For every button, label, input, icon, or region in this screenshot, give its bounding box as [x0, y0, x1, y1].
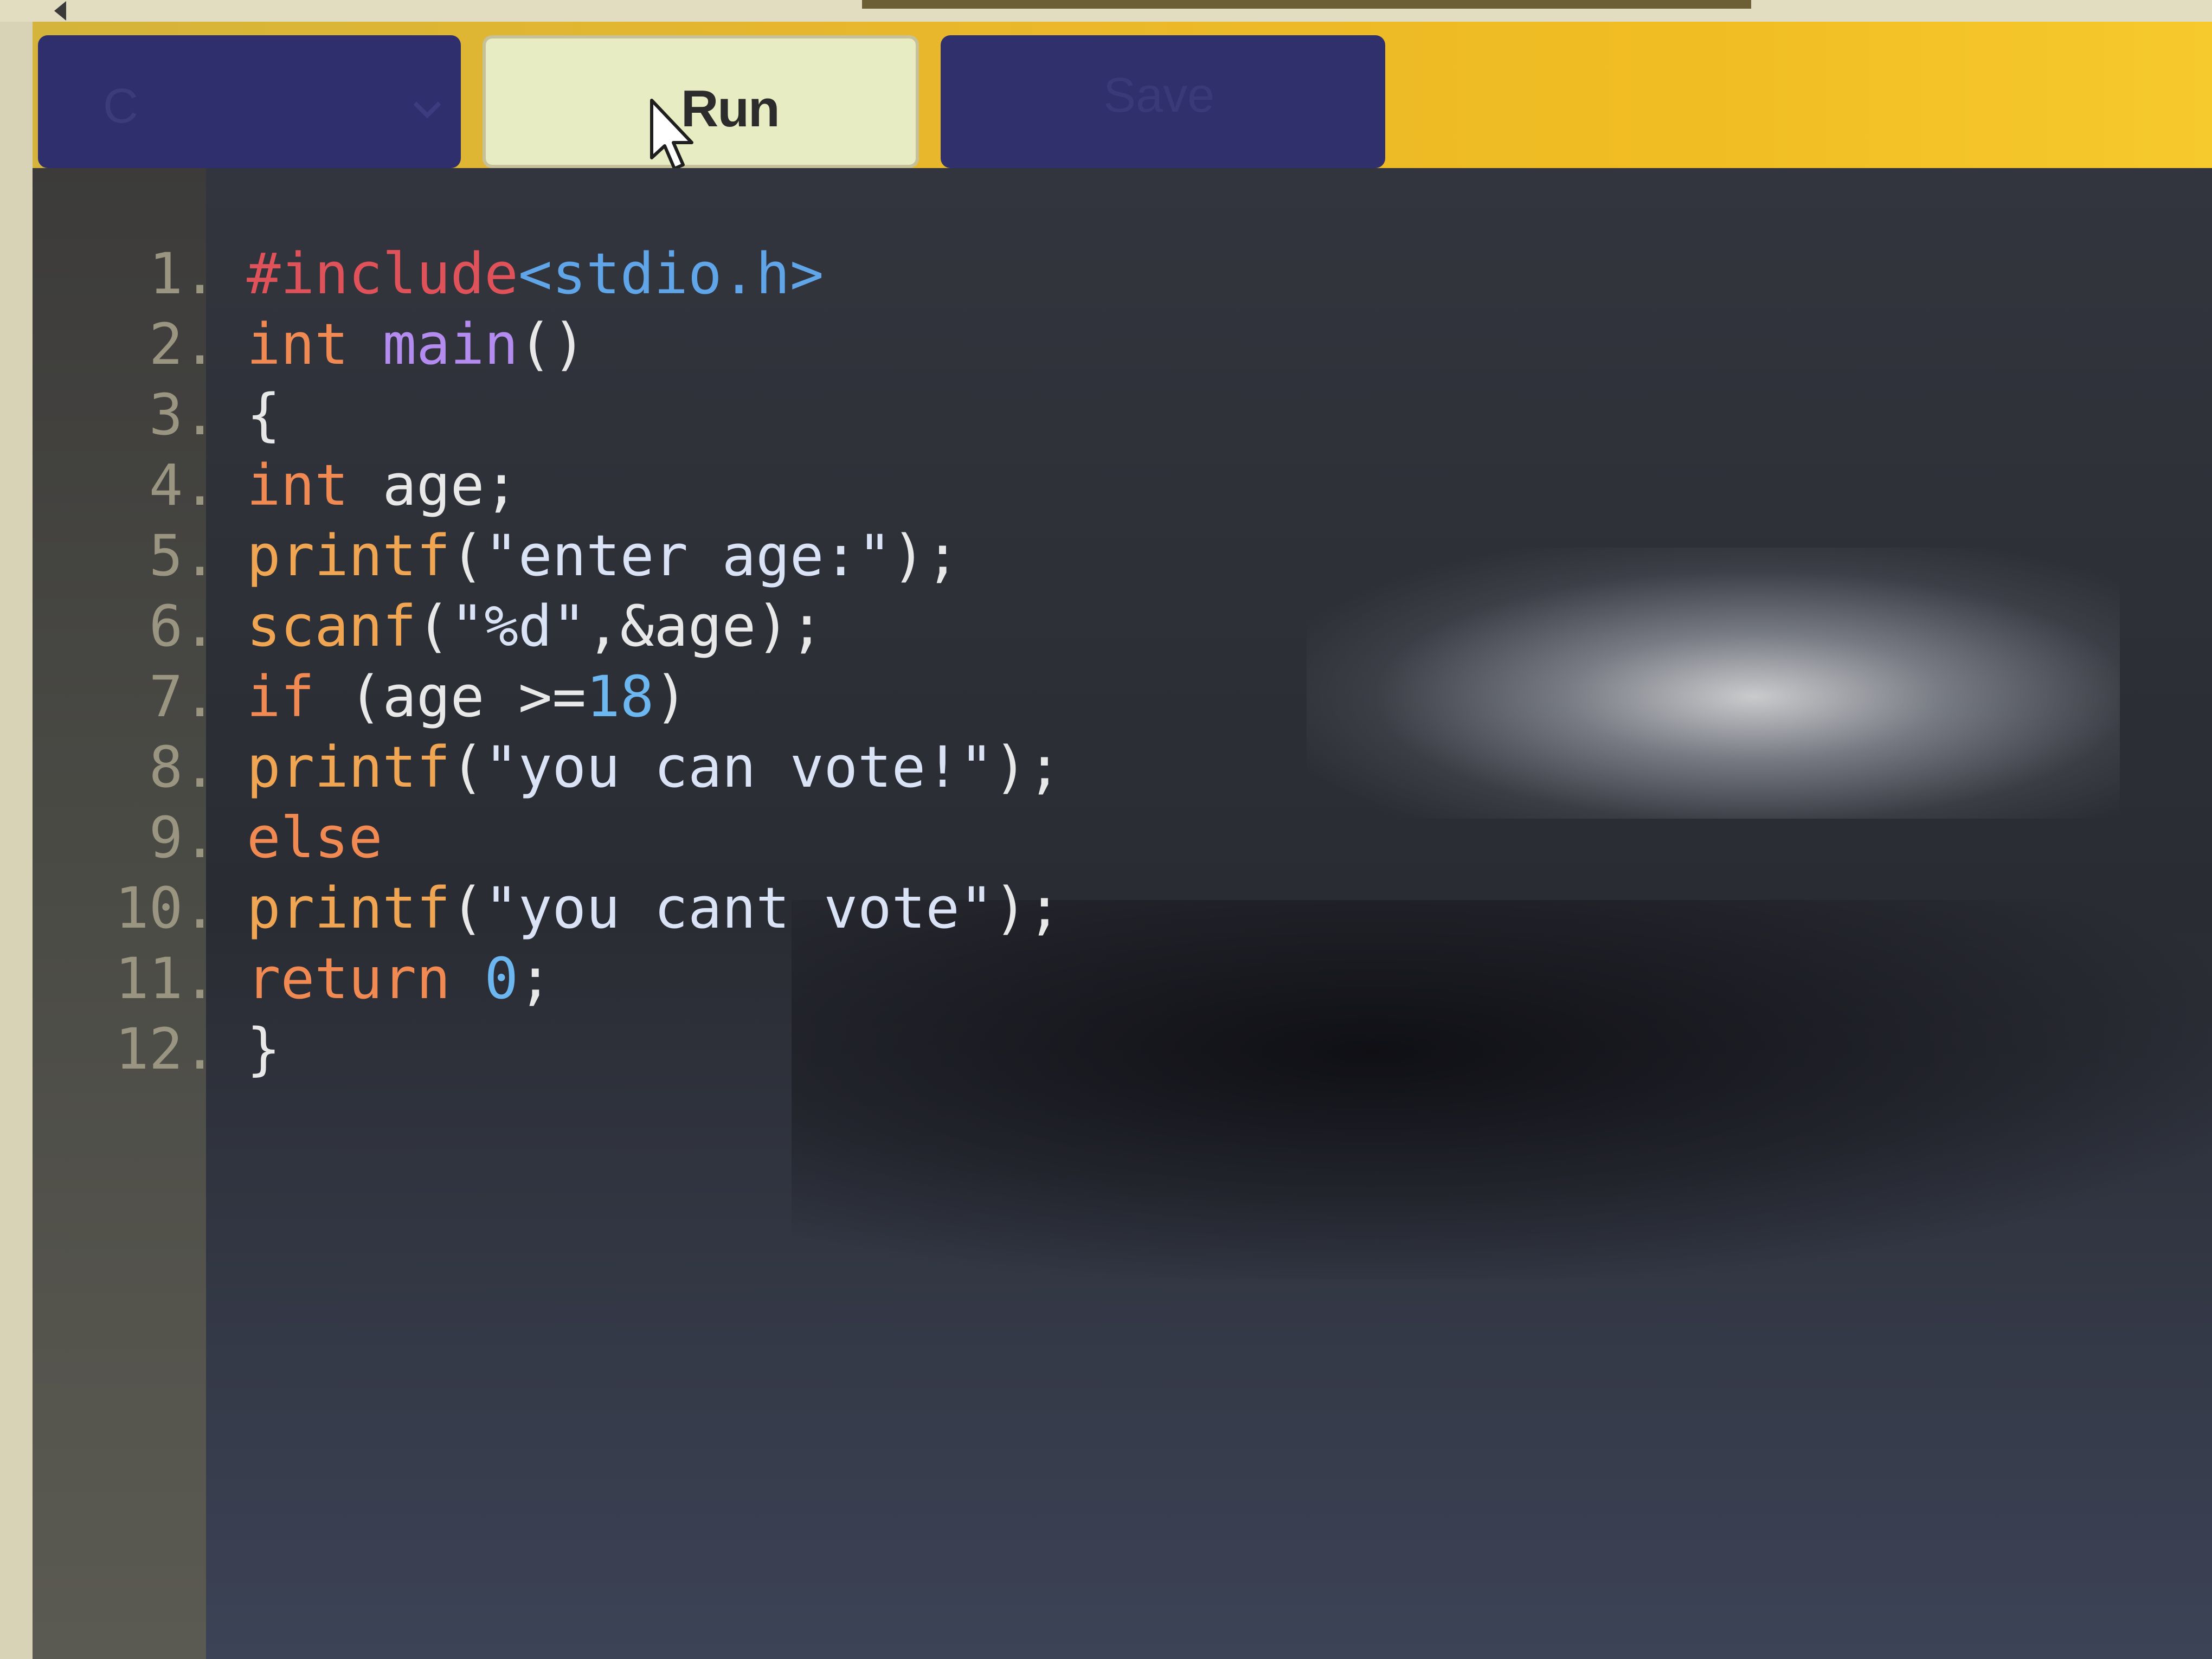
code-text: }: [247, 1016, 281, 1082]
line-number: 8.: [149, 734, 217, 800]
code-line[interactable]: 3. {: [33, 380, 2212, 450]
line-number: 12.: [115, 1016, 217, 1082]
code-text: return 0;: [247, 946, 552, 1012]
code-line[interactable]: 1. #include<stdio.h>: [33, 239, 2212, 309]
line-number: 6.: [149, 593, 217, 659]
code-editor[interactable]: 1. #include<stdio.h> 2. int main() 3. {4. int …: [33, 168, 2212, 1659]
code-text: int age;: [247, 452, 518, 518]
line-number: 10.: [115, 875, 217, 941]
code-line[interactable]: 8. printf("you can vote!");: [33, 732, 2212, 802]
code-line[interactable]: 9. else: [33, 802, 2212, 873]
code-text: printf("you can vote!");: [247, 734, 1062, 800]
code-text: printf("you cant vote");: [247, 875, 1062, 941]
scroll-left-icon[interactable]: [54, 1, 66, 21]
chevron-down-icon: [413, 91, 441, 119]
toolbar: C Run Save: [33, 22, 2212, 170]
line-number: 11.: [115, 946, 217, 1012]
line-number: 9.: [149, 805, 217, 871]
line-number: 3.: [149, 382, 217, 448]
code-text: scanf("%d",&age);: [247, 593, 824, 659]
code-line[interactable]: 7. if (age >=18): [33, 661, 2212, 732]
line-number: 7.: [149, 664, 217, 730]
language-select-value: C: [103, 79, 138, 133]
code-line[interactable]: 10. printf("you cant vote");: [33, 873, 2212, 943]
mouse-pointer-icon: [650, 99, 693, 170]
top-strip: [0, 0, 2212, 22]
code-text: #include<stdio.h>: [247, 241, 824, 307]
line-number: 4.: [149, 452, 217, 518]
code-text: if (age >=18): [247, 664, 689, 730]
code-line[interactable]: 6. scanf("%d",&age);: [33, 591, 2212, 661]
line-number: 2.: [149, 311, 217, 377]
code-line[interactable]: 12.}: [33, 1014, 2212, 1084]
save-button-label: Save: [1103, 68, 1215, 123]
run-button[interactable]: Run: [483, 35, 919, 170]
code-text: else: [247, 805, 383, 871]
top-tab-bar: [862, 0, 1751, 9]
code-text: int main(): [247, 311, 587, 377]
code-line[interactable]: 11. return 0;: [33, 943, 2212, 1014]
save-button[interactable]: Save: [941, 35, 1385, 168]
code-line[interactable]: 4. int age;: [33, 450, 2212, 520]
line-number: 5.: [149, 523, 217, 589]
code-line[interactable]: 2. int main(): [33, 309, 2212, 380]
line-number: 1.: [149, 241, 217, 307]
code-text: {: [247, 382, 281, 448]
code-editor-app: C Run Save 1. #include<stdio.h> 2. int main…: [0, 0, 2212, 1659]
code-text: printf("enter age:");: [247, 523, 960, 589]
code-line[interactable]: 5. printf("enter age:");: [33, 520, 2212, 591]
language-select[interactable]: C: [38, 35, 461, 168]
